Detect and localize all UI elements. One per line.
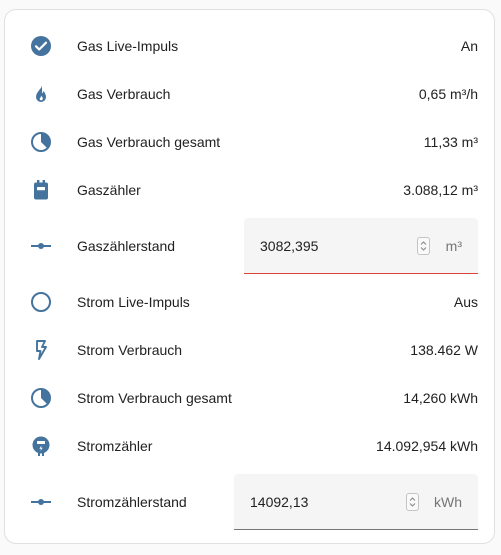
row-value: 0,65 m³/h bbox=[418, 86, 478, 102]
unit-suffix: kWh bbox=[434, 494, 462, 510]
spinner-arrows-icon[interactable] bbox=[417, 237, 430, 255]
row-gas-verbrauch-gesamt[interactable]: Gas Verbrauch gesamt 11,33 m³ bbox=[5, 118, 494, 166]
row-strom-verbrauch[interactable]: Strom Verbrauch 138.462 W bbox=[5, 326, 494, 374]
spinner-arrows-icon[interactable] bbox=[406, 493, 419, 511]
row-gas-live-impuls[interactable]: Gas Live-Impuls An bbox=[5, 22, 494, 70]
pie-chart-icon bbox=[29, 386, 53, 410]
flash-outline-icon bbox=[29, 338, 53, 362]
input-value: 14092,13 bbox=[250, 494, 309, 510]
row-label: Strom Verbrauch bbox=[77, 342, 183, 358]
row-label: Stromzähler bbox=[77, 438, 153, 454]
unit-suffix: m³ bbox=[445, 238, 462, 254]
row-value: 3.088,12 m³ bbox=[403, 182, 478, 198]
row-label: Gaszähler bbox=[77, 182, 141, 198]
input-value: 3082,395 bbox=[260, 238, 319, 254]
ray-vertex-icon bbox=[29, 490, 53, 514]
row-value: 14,260 kWh bbox=[403, 390, 478, 406]
row-label: Stromzählerstand bbox=[77, 494, 187, 510]
row-value: 11,33 m³ bbox=[423, 134, 478, 150]
row-gaszaehler[interactable]: Gaszähler 3.088,12 m³ bbox=[5, 166, 494, 214]
row-gaszaehlerstand: Gaszählerstand 3082,395 m³ bbox=[5, 218, 494, 274]
stromzaehlerstand-input[interactable]: 14092,13 kWh bbox=[234, 474, 478, 530]
row-value: Aus bbox=[453, 294, 478, 310]
circle-outline-icon bbox=[29, 290, 53, 314]
entities-card: Gas Live-Impuls An Gas Verbrauch 0,65 m³… bbox=[4, 9, 495, 544]
fire-icon bbox=[29, 82, 53, 106]
input-underline bbox=[244, 273, 478, 274]
gas-meter-icon bbox=[29, 178, 53, 202]
row-label: Strom Verbrauch gesamt bbox=[77, 390, 232, 406]
row-gas-verbrauch[interactable]: Gas Verbrauch 0,65 m³/h bbox=[5, 70, 494, 118]
row-value: An bbox=[460, 38, 478, 54]
ray-vertex-icon bbox=[29, 234, 53, 258]
electric-meter-icon bbox=[29, 434, 53, 458]
input-underline bbox=[234, 529, 478, 530]
row-strom-live-impuls[interactable]: Strom Live-Impuls Aus bbox=[5, 278, 494, 326]
row-label: Gas Verbrauch bbox=[77, 86, 171, 102]
row-value: 14.092,954 kWh bbox=[376, 438, 478, 454]
row-value: 138.462 W bbox=[410, 342, 478, 358]
row-strom-verbrauch-gesamt[interactable]: Strom Verbrauch gesamt 14,260 kWh bbox=[5, 374, 494, 422]
row-stromzaehlerstand: Stromzählerstand 14092,13 kWh bbox=[5, 474, 494, 530]
row-label: Gas Verbrauch gesamt bbox=[77, 134, 221, 150]
check-circle-icon bbox=[29, 34, 53, 58]
gaszaehlerstand-input[interactable]: 3082,395 m³ bbox=[244, 218, 478, 274]
row-label: Strom Live-Impuls bbox=[77, 294, 190, 310]
row-label: Gaszählerstand bbox=[77, 238, 176, 254]
row-stromzaehler[interactable]: Stromzähler 14.092,954 kWh bbox=[5, 422, 494, 470]
row-label: Gas Live-Impuls bbox=[77, 38, 179, 54]
pie-chart-icon bbox=[29, 130, 53, 154]
